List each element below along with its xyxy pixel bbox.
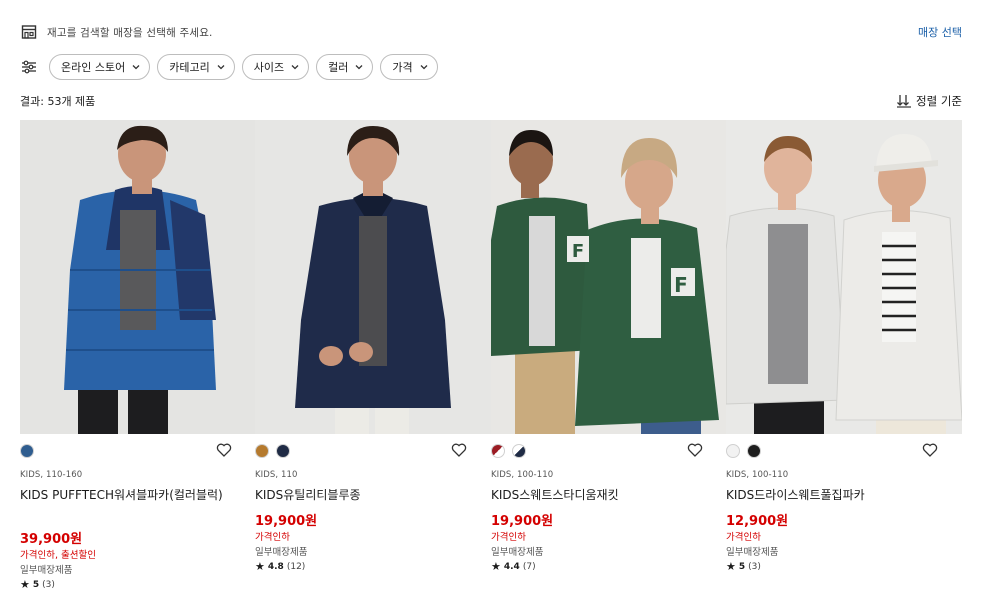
favorite-heart-icon[interactable]	[216, 442, 234, 460]
favorite-heart-icon[interactable]	[687, 442, 705, 460]
product-image[interactable]	[726, 120, 962, 434]
chevron-down-icon	[216, 62, 226, 72]
filter-price[interactable]: 가격	[380, 54, 438, 80]
store-prompt: 재고를 검색할 매장을 선택해 주세요.	[47, 26, 213, 39]
product-rating: ★ 5 (3)	[726, 560, 761, 573]
results-bar: 결과: 53개 제품 정렬 기준	[20, 92, 962, 110]
chevron-down-icon	[419, 62, 429, 72]
product-price: 39,900원	[20, 532, 83, 547]
favorite-heart-icon[interactable]	[451, 442, 469, 460]
color-swatch[interactable]	[255, 444, 269, 458]
product-price: 19,900원	[255, 514, 318, 529]
review-count: (3)	[42, 579, 55, 590]
store-icon	[20, 23, 38, 41]
filter-bar: 온라인 스토어 카테고리 사이즈 컬러 가격	[20, 54, 445, 80]
availability: 일부매장제품	[20, 565, 73, 576]
color-swatch[interactable]	[512, 444, 526, 458]
product-image[interactable]: F F	[491, 120, 727, 434]
product-rating: ★ 4.4 (7)	[491, 560, 536, 573]
sort-button[interactable]: 정렬 기준	[896, 93, 962, 109]
filter-category[interactable]: 카테고리	[157, 54, 235, 80]
store-select-link[interactable]: 매장 선택	[918, 24, 962, 40]
availability: 일부매장제품	[726, 547, 779, 558]
product-card[interactable]: KIDS, 110 KIDS유틸리티블루종 19,900원 가격인하 일부매장제…	[255, 120, 491, 602]
color-swatches	[255, 442, 297, 460]
favorite-heart-icon[interactable]	[922, 442, 940, 460]
filter-online-store[interactable]: 온라인 스토어	[49, 54, 151, 80]
filter-label: 컬러	[328, 61, 349, 74]
availability: 일부매장제품	[491, 547, 544, 558]
filter-size[interactable]: 사이즈	[241, 54, 310, 80]
product-size-range: KIDS, 110-160	[20, 470, 83, 480]
rating-score: 5	[32, 579, 40, 590]
rating-score: 4.8	[267, 561, 284, 572]
filter-label: 가격	[392, 61, 413, 74]
price-flag: 가격인하	[255, 532, 290, 543]
chevron-down-icon	[290, 62, 300, 72]
product-image[interactable]	[255, 120, 491, 434]
product-grid: KIDS, 110-160 KIDS PUFFTECH워셔블파카(컬러블럭) 3…	[20, 120, 962, 602]
product-card[interactable]: KIDS, 110-160 KIDS PUFFTECH워셔블파카(컬러블럭) 3…	[20, 120, 256, 602]
product-card[interactable]: F F KIDS, 100-110 KIDS스웨트스타디움재킷 19,900원 …	[491, 120, 727, 602]
chevron-down-icon	[354, 62, 364, 72]
sort-label: 정렬 기준	[916, 94, 962, 108]
filter-sliders-icon[interactable]	[20, 58, 38, 76]
product-size-range: KIDS, 100-110	[491, 470, 554, 480]
product-image[interactable]	[20, 120, 256, 434]
rating-score: 5	[738, 561, 746, 572]
product-size-range: KIDS, 100-110	[726, 470, 789, 480]
product-name[interactable]: KIDS유틸리티블루종	[255, 486, 465, 504]
product-name[interactable]: KIDS드라이스웨트풀집파카	[726, 486, 936, 504]
filter-label: 카테고리	[169, 61, 210, 74]
color-swatches	[726, 442, 768, 460]
availability: 일부매장제품	[255, 547, 308, 558]
star-icon: ★	[255, 560, 265, 573]
color-swatch[interactable]	[726, 444, 740, 458]
svg-text:F: F	[572, 241, 584, 262]
color-swatches	[20, 442, 41, 460]
product-size-range: KIDS, 110	[255, 470, 298, 480]
star-icon: ★	[20, 578, 30, 591]
price-flag: 가격인하	[726, 532, 761, 543]
rating-score: 4.4	[503, 561, 520, 572]
product-price: 12,900원	[726, 514, 789, 529]
filter-label: 온라인 스토어	[61, 61, 126, 74]
color-swatch[interactable]	[20, 444, 34, 458]
sort-icon	[896, 94, 912, 108]
filter-color[interactable]: 컬러	[316, 54, 374, 80]
product-name[interactable]: KIDS PUFFTECH워셔블파카(컬러블럭)	[20, 486, 230, 504]
product-rating: ★ 4.8 (12)	[255, 560, 305, 573]
chevron-down-icon	[131, 62, 141, 72]
color-swatch[interactable]	[747, 444, 761, 458]
store-selector-row: 재고를 검색할 매장을 선택해 주세요. 매장 선택	[20, 22, 962, 42]
color-swatches	[491, 442, 533, 460]
filter-label: 사이즈	[253, 61, 285, 74]
star-icon: ★	[726, 560, 736, 573]
svg-text:F: F	[674, 273, 688, 297]
price-flag: 가격인하	[491, 532, 526, 543]
color-swatch[interactable]	[491, 444, 505, 458]
review-count: (3)	[748, 561, 761, 572]
review-count: (12)	[286, 561, 306, 572]
result-count: 결과: 53개 제품	[20, 95, 96, 108]
price-flag: 가격인하, 출션할인	[20, 550, 96, 561]
product-name[interactable]: KIDS스웨트스타디움재킷	[491, 486, 701, 504]
product-card[interactable]: KIDS, 100-110 KIDS드라이스웨트풀집파카 12,900원 가격인…	[726, 120, 962, 602]
product-price: 19,900원	[491, 514, 554, 529]
product-rating: ★ 5 (3)	[20, 578, 55, 591]
review-count: (7)	[522, 561, 536, 572]
star-icon: ★	[491, 560, 501, 573]
color-swatch[interactable]	[276, 444, 290, 458]
